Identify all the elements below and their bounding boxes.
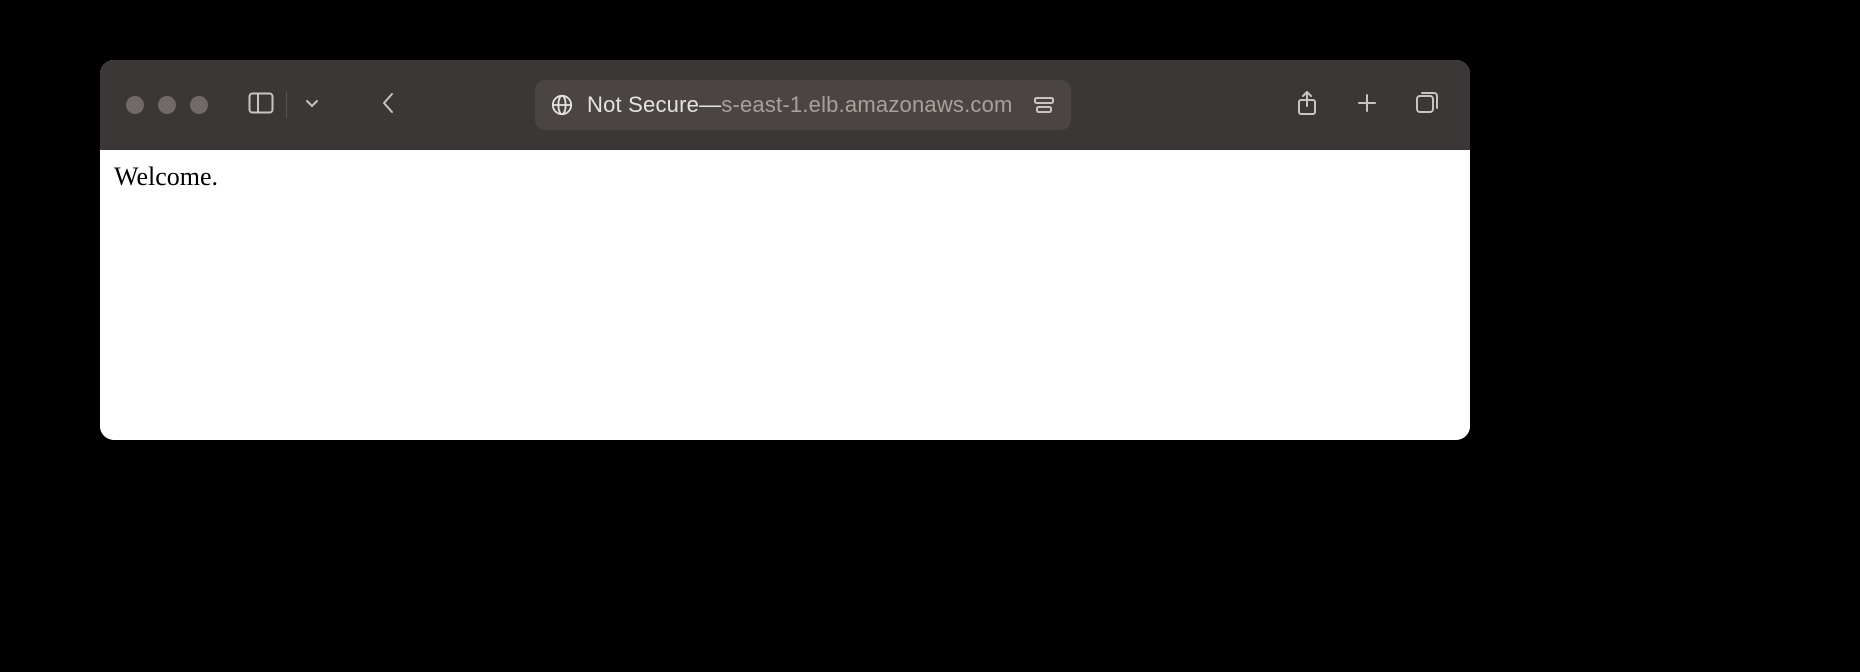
share-button[interactable] — [1290, 88, 1324, 122]
sidebar-toggle-button[interactable] — [244, 88, 278, 122]
traffic-minimize-icon[interactable] — [158, 96, 176, 114]
reader-mode-icon[interactable] — [1033, 95, 1055, 115]
address-separator: — — [699, 92, 721, 118]
chevron-left-icon — [379, 90, 397, 121]
tab-overview-icon — [1414, 90, 1440, 121]
window-controls — [126, 96, 208, 114]
security-status-label: Not Secure — [587, 92, 699, 118]
plus-icon — [1355, 91, 1379, 120]
toolbar-right — [1290, 88, 1444, 122]
new-tab-button[interactable] — [1350, 88, 1384, 122]
titlebar: Not Secure — s-east-1.elb.amazonaws.com — [100, 60, 1470, 150]
address-text: Not Secure — s-east-1.elb.amazonaws.com — [587, 92, 1013, 118]
tab-overview-button[interactable] — [1410, 88, 1444, 122]
back-button[interactable] — [371, 88, 405, 122]
page-content: Welcome. — [100, 150, 1470, 440]
address-bar[interactable]: Not Secure — s-east-1.elb.amazonaws.com — [535, 80, 1071, 130]
traffic-close-icon[interactable] — [126, 96, 144, 114]
address-host: s-east-1.elb.amazonaws.com — [721, 92, 1012, 118]
sidebar-icon — [248, 92, 274, 119]
toolbar-left — [244, 88, 405, 122]
tab-group-menu-button[interactable] — [295, 88, 329, 122]
chevron-down-icon — [304, 95, 320, 116]
toolbar-divider — [286, 92, 287, 118]
browser-window: Not Secure — s-east-1.elb.amazonaws.com — [100, 60, 1470, 440]
traffic-zoom-icon[interactable] — [190, 96, 208, 114]
page-body-text: Welcome. — [114, 162, 218, 191]
globe-icon — [551, 94, 573, 116]
share-icon — [1295, 89, 1319, 122]
